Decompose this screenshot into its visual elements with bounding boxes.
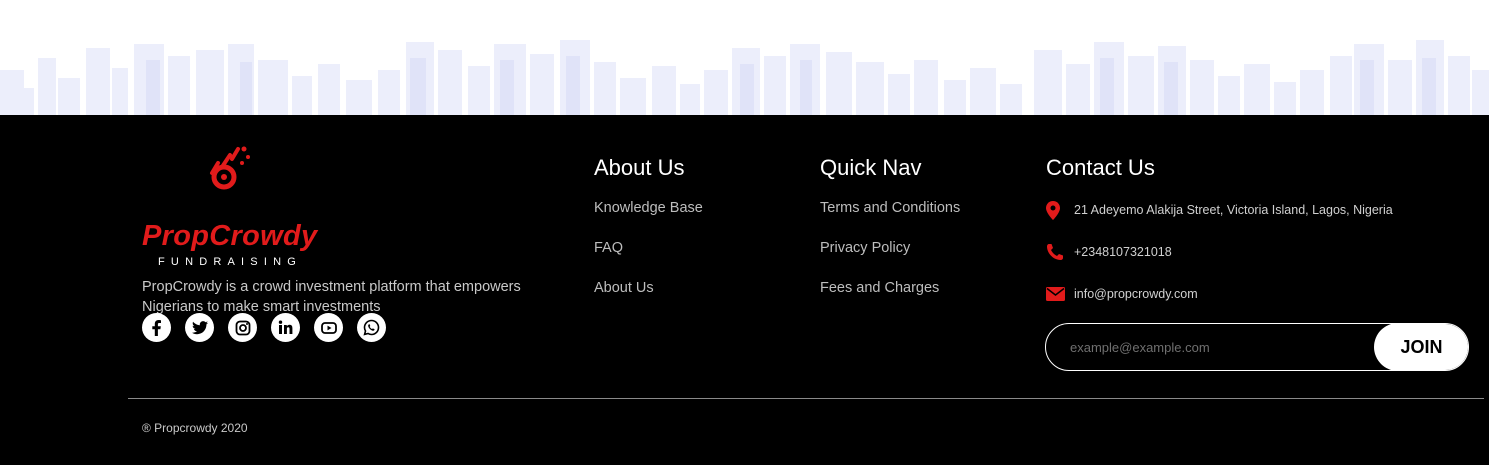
mail-icon [1046,287,1074,301]
about-heading: About Us [594,155,685,180]
contact-email: info@propcrowdy.com [1046,284,1393,304]
brand-name: PropCrowdy [142,220,318,252]
contact-column: Contact Us 21 Adeyemo Alakija Street, Vi… [1046,155,1393,326]
privacy-link[interactable]: Privacy Policy [820,240,960,257]
propcrowdy-logo-icon [210,146,250,190]
quicknav-heading: Quick Nav [820,155,922,180]
phone-text: +2348107321018 [1074,245,1172,259]
youtube-icon[interactable] [314,313,343,342]
footer-divider [128,398,1484,399]
copyright-text: ® Propcrowdy 2020 [142,421,248,435]
newsletter-form: JOIN [1045,323,1469,371]
about-column: About Us Knowledge Base FAQ About Us [594,155,703,320]
contact-address: 21 Adeyemo Alakija Street, Victoria Isla… [1046,200,1393,220]
phone-icon [1046,243,1074,261]
address-text: 21 Adeyemo Alakija Street, Victoria Isla… [1074,203,1393,217]
facebook-icon[interactable] [142,313,171,342]
brand-tagline: PropCrowdy is a crowd investment platfor… [142,279,521,315]
newsletter-email-input[interactable] [1046,324,1374,370]
linkedin-icon[interactable] [271,313,300,342]
location-pin-icon [1046,200,1074,220]
faq-link[interactable]: FAQ [594,240,703,257]
about-us-link[interactable]: About Us [594,280,703,297]
twitter-icon[interactable] [185,313,214,342]
instagram-icon[interactable] [228,313,257,342]
fees-link[interactable]: Fees and Charges [820,280,960,297]
brand-subtitle: FUNDRAISING [158,256,302,268]
skyline-illustration [0,0,1489,115]
social-links [142,313,386,342]
whatsapp-icon[interactable] [357,313,386,342]
terms-link[interactable]: Terms and Conditions [820,200,960,217]
site-footer: PropCrowdy FUNDRAISING PropCrowdy is a c… [0,115,1489,465]
join-button[interactable]: JOIN [1374,324,1468,370]
contact-heading: Contact Us [1046,155,1155,180]
email-text: info@propcrowdy.com [1074,287,1198,301]
contact-phone: +2348107321018 [1046,242,1393,262]
quicknav-column: Quick Nav Terms and Conditions Privacy P… [820,155,960,320]
knowledge-base-link[interactable]: Knowledge Base [594,200,703,217]
skyline-graphic [0,40,1489,115]
